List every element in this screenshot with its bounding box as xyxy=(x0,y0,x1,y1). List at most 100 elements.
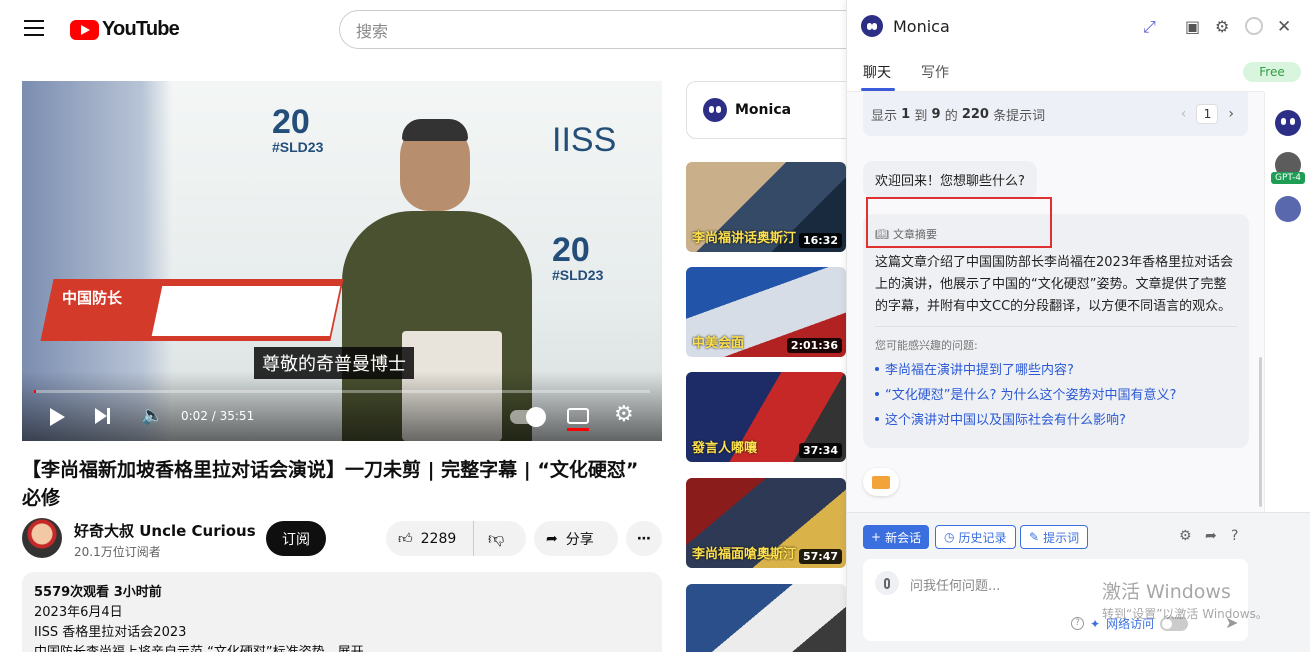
menu-icon[interactable] xyxy=(24,20,44,36)
video-duration: 37:34 xyxy=(798,443,842,458)
youtube-logo[interactable]: YouTube xyxy=(70,18,180,41)
subtitles-active-indicator xyxy=(567,428,589,431)
more-actions-button[interactable]: ⋯ xyxy=(626,521,662,556)
monica-logo-icon xyxy=(861,15,883,37)
expand-icon[interactable]: ⤢ xyxy=(1143,17,1156,37)
channel-avatar[interactable] xyxy=(22,518,62,558)
video-duration: 16:32 xyxy=(798,233,842,248)
prompts-label: 提示词 xyxy=(1043,530,1080,545)
chat-input-box[interactable]: 问我任何问题... ? ✦ 网络访问 ➤ xyxy=(863,559,1248,641)
monica-suggestion-card[interactable]: Monica xyxy=(686,81,856,139)
suggested-video-thumbnail[interactable]: 李尚福面嗆奧斯汀 57:47 xyxy=(686,478,846,568)
video-duration: 2:01:36 xyxy=(786,338,842,353)
pager-to: 9 xyxy=(931,106,941,122)
youtube-logo-text: YouTube xyxy=(102,18,180,40)
controls-gradient xyxy=(22,371,662,441)
watermark-year-2: 20 xyxy=(552,231,590,269)
pager-prefix: 显示 xyxy=(871,108,898,124)
active-tab-indicator xyxy=(861,88,895,91)
pager-from: 1 xyxy=(901,106,911,122)
tab-chat[interactable]: 聊天 xyxy=(863,62,891,82)
followups-title: 您可能感兴趣的问题: xyxy=(875,339,978,352)
assistant-answer: 📖︎ 文章摘要 这篇文章介绍了中国国防部长李尚福在2023年香格里拉对话会上的演… xyxy=(863,214,1249,448)
thumbs-up-icon: 👍︎ xyxy=(398,531,413,547)
volume-icon[interactable]: 🔈 xyxy=(141,405,163,426)
thumbnail-caption: 李尚福面嗆奧斯汀 xyxy=(692,547,797,562)
subscribe-button[interactable]: 订阅 xyxy=(266,521,326,556)
send-icon[interactable]: ➤ xyxy=(1225,613,1238,632)
followup-text: 这个演讲对中国以及国际社会有什么影响? xyxy=(885,413,1126,428)
subtitles-icon[interactable] xyxy=(567,408,589,424)
description-box[interactable]: 5579次观看 3小时前 2023年6月4日 IISS 香格里拉对话会2023 … xyxy=(22,572,662,652)
new-chat-button[interactable]: + 新会话 xyxy=(863,525,930,549)
thumbnail-caption: 發言人嘟嚷 xyxy=(692,441,758,456)
chevron-left-icon[interactable]: ‹ xyxy=(1181,106,1187,122)
prompts-button[interactable]: ✎ 提示词 xyxy=(1020,525,1089,549)
time-display: 0:02 / 35:51 xyxy=(181,409,255,423)
monica-card-label: Monica xyxy=(735,102,792,118)
lower-third-blank xyxy=(151,286,341,336)
history-icon: ◷ xyxy=(944,530,955,544)
settings-icon[interactable]: ⚙ xyxy=(1215,17,1229,36)
watermark-tag: #SLD23 xyxy=(272,139,324,155)
thumbnail-caption: 李尚福讲话奥斯汀 xyxy=(692,231,797,246)
video-player[interactable]: 20 #SLD23 IISS 20 #SLD23 中国防长 尊敬的奇普曼博士 🔈… xyxy=(22,81,662,441)
video-duration: 57:47 xyxy=(798,549,842,564)
suggested-video-thumbnail[interactable] xyxy=(686,584,846,652)
chat-settings-icon[interactable]: ⚙ xyxy=(1179,528,1192,544)
web-access-toggle[interactable] xyxy=(1160,616,1189,631)
chat-input[interactable]: 问我任何问题... xyxy=(910,575,1000,594)
free-plan-badge[interactable]: Free xyxy=(1243,62,1301,82)
followup-question[interactable]: 这个演讲对中国以及国际社会有什么影响? xyxy=(875,409,1237,428)
history-button[interactable]: ◷ 历史记录 xyxy=(935,525,1016,549)
watermark-year: 20 xyxy=(272,103,310,141)
autoplay-toggle[interactable] xyxy=(510,407,546,427)
share-icon[interactable]: ➦ xyxy=(1205,528,1217,544)
tab-write[interactable]: 写作 xyxy=(921,62,949,82)
suggested-video-thumbnail[interactable]: 李尚福讲话奥斯汀 16:32 xyxy=(686,162,846,252)
watermark-tag-2: #SLD23 xyxy=(552,267,604,283)
user-avatar-icon[interactable] xyxy=(1245,17,1263,35)
highlight-annotation-box xyxy=(866,197,1052,248)
search-input[interactable]: 搜索 xyxy=(339,10,859,49)
chat-scrollbar[interactable] xyxy=(1259,357,1262,507)
bot-rail: GPT-4 xyxy=(1264,92,1310,512)
chevron-right-icon[interactable]: › xyxy=(1228,106,1234,122)
thumbnail-caption: 中美会面 xyxy=(692,336,745,351)
prompt-pager: 显示 1 到 9 的 220 条提示词 ‹ 1 › xyxy=(863,92,1248,136)
sparkle-icon: ✦ xyxy=(1090,616,1101,631)
read-summary-button[interactable] xyxy=(863,468,899,496)
feedback-icon[interactable]: ▣ xyxy=(1185,17,1200,36)
like-button[interactable]: 👍︎ 2289 xyxy=(386,521,474,556)
progress-bar[interactable] xyxy=(34,390,650,393)
assistant-bot-icon[interactable] xyxy=(1275,196,1301,222)
close-icon[interactable]: ✕ xyxy=(1277,17,1291,37)
info-icon[interactable]: ? xyxy=(1071,617,1084,630)
dislike-button[interactable]: 👎︎ xyxy=(474,529,504,549)
microphone-icon[interactable] xyxy=(875,571,899,595)
suggested-video-thumbnail[interactable]: 中美会面 2:01:36 xyxy=(686,267,846,357)
page-number[interactable]: 1 xyxy=(1196,104,1219,124)
greeting-message: 欢迎回来！您想聊些什么? xyxy=(863,161,1037,198)
help-icon[interactable]: ? xyxy=(1231,528,1238,544)
new-chat-label: 新会话 xyxy=(885,530,922,545)
lower-third-label: 中国防长 xyxy=(62,289,123,307)
share-label: 分享 xyxy=(565,531,594,548)
next-icon[interactable] xyxy=(95,408,110,424)
monica-bot-icon[interactable] xyxy=(1275,110,1301,136)
followup-question[interactable]: 李尚福在演讲中提到了哪些内容? xyxy=(875,359,1237,378)
followup-question[interactable]: “文化硬怼”是什么? 为什么这个姿势对中国有意义? xyxy=(875,384,1237,403)
progress-fill xyxy=(34,390,36,393)
followup-text: 李尚福在演讲中提到了哪些内容? xyxy=(885,363,1074,378)
settings-gear-icon[interactable]: ⚙ xyxy=(614,402,634,427)
gpt4-badge: GPT-4 xyxy=(1271,172,1305,184)
channel-name[interactable]: 好奇大叔 Uncle Curious xyxy=(74,520,256,541)
play-icon[interactable] xyxy=(50,408,65,426)
suggested-video-thumbnail[interactable]: 發言人嘟嚷 37:34 xyxy=(686,372,846,462)
book-icon xyxy=(872,475,890,489)
pager-suffix: 条提示词 xyxy=(993,108,1046,124)
share-button[interactable]: ➦ 分享 xyxy=(534,521,618,556)
chat-area: 显示 1 到 9 的 220 条提示词 ‹ 1 › 欢迎回来！您想聊些什么? 📖… xyxy=(847,92,1264,512)
watermark-org: IISS xyxy=(552,121,617,159)
monica-title: Monica xyxy=(893,16,950,36)
